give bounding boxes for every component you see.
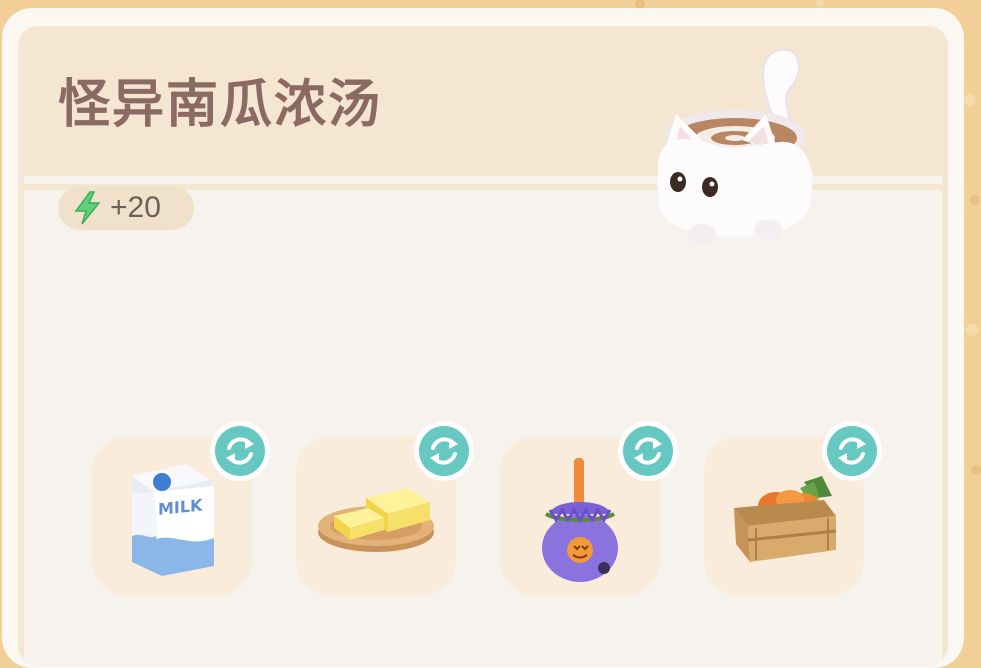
energy-value: +20 xyxy=(110,191,161,224)
cat-cup-icon xyxy=(657,48,813,244)
card-border-left xyxy=(18,176,24,666)
recipe-title: 怪异南瓜浓汤 xyxy=(58,75,383,135)
lightning-icon xyxy=(74,191,101,225)
swap-icon xyxy=(430,437,458,465)
swap-button-milk[interactable] xyxy=(210,421,270,481)
energy-badge: +20 xyxy=(58,186,194,230)
swap-button-candy[interactable] xyxy=(618,421,678,481)
swap-icon xyxy=(838,437,866,465)
swap-button-pumpkin[interactable] xyxy=(822,421,882,481)
card-border-right xyxy=(942,176,948,666)
swap-icon xyxy=(226,437,254,465)
swap-button-butter[interactable] xyxy=(414,421,474,481)
swap-icon xyxy=(634,437,662,465)
